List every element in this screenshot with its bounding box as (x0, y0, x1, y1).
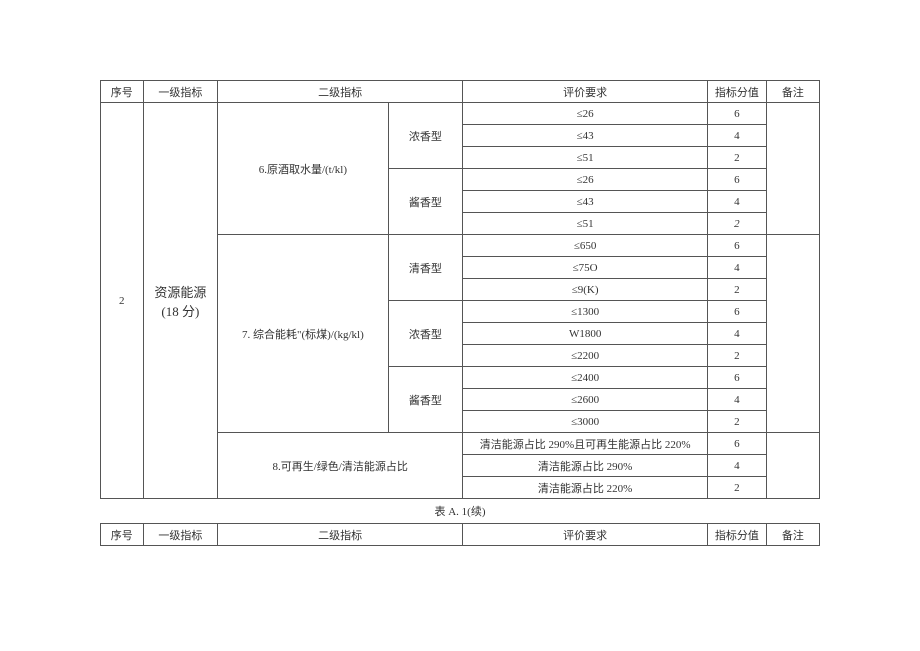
cell-score: 2 (708, 411, 767, 433)
cell-req: ≤26 (463, 103, 708, 125)
cell-score: 2 (708, 477, 767, 499)
cell-req: ≤650 (463, 235, 708, 257)
cell-req: 清洁能源占比 290%且可再生能源占比 220% (463, 433, 708, 455)
caption-row: 表 A. 1(续) (101, 499, 820, 524)
cell-group: 酱香型 (388, 367, 463, 433)
th-score: 指标分值 (708, 524, 767, 546)
cell-score: 6 (708, 235, 767, 257)
cell-s8-title: 8.可再生/绿色/清洁能源占比 (218, 433, 463, 499)
cell-req: ≤2600 (463, 389, 708, 411)
cell-level1: 资源能源 (18 分) (143, 103, 218, 499)
th-note: 备注 (766, 524, 819, 546)
th-note: 备注 (766, 81, 819, 103)
cell-req: ≤75O (463, 257, 708, 279)
cell-score: 4 (708, 323, 767, 345)
evaluation-table: 序号 一级指标 二级指标 评价要求 指标分值 备注 2 资源能源 (18 分) … (100, 80, 820, 546)
cell-note (766, 103, 819, 235)
th-req: 评价要求 (463, 524, 708, 546)
cell-req: ≤1300 (463, 301, 708, 323)
cell-req: 清洁能源占比 290% (463, 455, 708, 477)
cell-req: ≤51 (463, 213, 708, 235)
cell-req: ≤43 (463, 191, 708, 213)
cell-group: 清香型 (388, 235, 463, 301)
cell-note (766, 235, 819, 433)
cell-score: 4 (708, 455, 767, 477)
cell-req: ≤26 (463, 169, 708, 191)
th-level2: 二级指标 (218, 524, 463, 546)
table-caption: 表 A. 1(续) (101, 499, 820, 524)
cell-score: 2 (708, 147, 767, 169)
cell-req: ≤51 (463, 147, 708, 169)
th-seq: 序号 (101, 524, 144, 546)
cell-req: ≤2400 (463, 367, 708, 389)
cell-req: ≤43 (463, 125, 708, 147)
cell-score: 4 (708, 257, 767, 279)
table-row: 2 资源能源 (18 分) 6.原酒取水量/(t/kl) 浓香型 ≤26 6 (101, 103, 820, 125)
cell-score: 6 (708, 169, 767, 191)
cell-group: 酱香型 (388, 169, 463, 235)
cell-score: 4 (708, 389, 767, 411)
th-req: 评价要求 (463, 81, 708, 103)
th-score: 指标分值 (708, 81, 767, 103)
th-seq: 序号 (101, 81, 144, 103)
header-row-2: 序号 一级指标 二级指标 评价要求 指标分值 备注 (101, 524, 820, 546)
cell-score: 2 (708, 279, 767, 301)
cell-score: 4 (708, 191, 767, 213)
cell-score: 6 (708, 103, 767, 125)
cell-req: ≤3000 (463, 411, 708, 433)
cell-score: 6 (708, 367, 767, 389)
cell-score: 2 (708, 345, 767, 367)
header-row: 序号 一级指标 二级指标 评价要求 指标分值 备注 (101, 81, 820, 103)
cell-s7-title: 7. 综合能耗"(标煤)/(kg/kl) (218, 235, 388, 433)
cell-note (766, 433, 819, 499)
th-level1: 一级指标 (143, 81, 218, 103)
level1-line1: 资源能源 (154, 285, 206, 300)
cell-s6-title: 6.原酒取水量/(t/kl) (218, 103, 388, 235)
cell-score: 6 (708, 433, 767, 455)
level1-line2: (18 分) (161, 304, 199, 319)
cell-req: ≤9(K) (463, 279, 708, 301)
cell-score: 6 (708, 301, 767, 323)
cell-group: 浓香型 (388, 301, 463, 367)
cell-req: W1800 (463, 323, 708, 345)
cell-group: 浓香型 (388, 103, 463, 169)
cell-score: 4 (708, 125, 767, 147)
cell-req: 清洁能源占比 220% (463, 477, 708, 499)
th-level1: 一级指标 (143, 524, 218, 546)
cell-seq: 2 (101, 103, 144, 499)
th-level2: 二级指标 (218, 81, 463, 103)
cell-req: ≤2200 (463, 345, 708, 367)
cell-score: 2 (708, 213, 767, 235)
